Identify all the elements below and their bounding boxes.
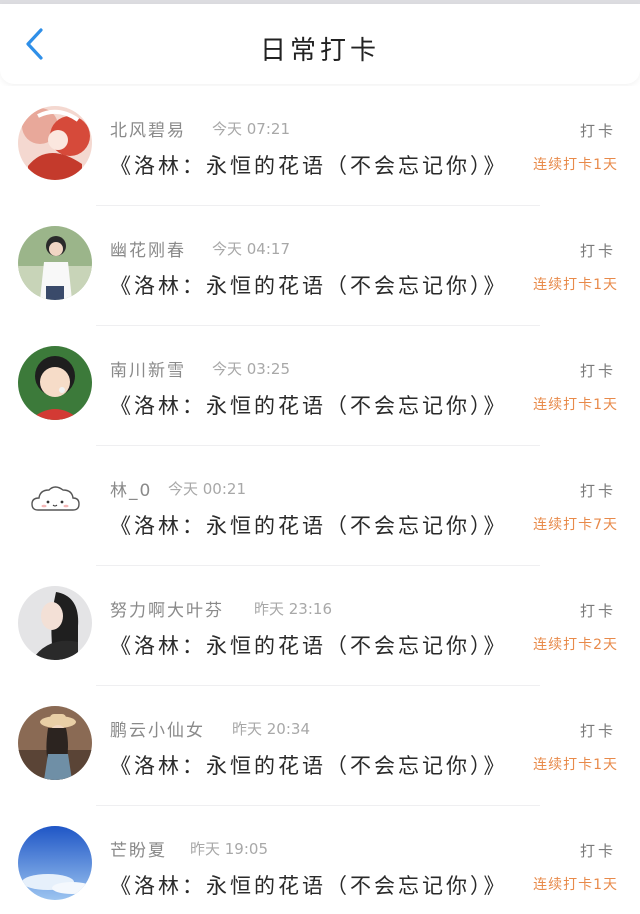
checkin-label: 打卡 — [579, 362, 616, 380]
checkin-row[interactable]: 芒盼夏 昨天 19:05 《洛林：永恒的花语（不会忘记你）》 打卡 连续打卡1天 — [0, 806, 640, 914]
checkin-time: 今天 03:25 — [212, 360, 290, 378]
streak-label: 连续打卡7天 — [533, 517, 618, 533]
checkin-list: 北风碧易 今天 07:21 《洛林：永恒的花语（不会忘记你）》 打卡 连续打卡1… — [0, 86, 640, 914]
username[interactable]: 努力啊大叶芬 — [110, 596, 224, 621]
checkin-row[interactable]: 幽花刚春 今天 04:17 《洛林：永恒的花语（不会忘记你）》 打卡 连续打卡1… — [0, 206, 640, 326]
checkin-row[interactable]: 鹏云小仙女 昨天 20:34 《洛林：永恒的花语（不会忘记你）》 打卡 连续打卡… — [0, 686, 640, 806]
checkin-label: 打卡 — [579, 122, 616, 140]
girl-photo-avatar-image — [18, 226, 92, 300]
checkin-label: 打卡 — [579, 722, 616, 740]
streak-label: 连续打卡1天 — [533, 397, 618, 413]
user-avatar[interactable] — [18, 226, 92, 300]
username[interactable]: 北风碧易 — [110, 116, 186, 141]
checkin-row[interactable]: 努力啊大叶芬 昨天 23:16 《洛林：永恒的花语（不会忘记你）》 打卡 连续打… — [0, 566, 640, 686]
user-avatar[interactable] — [18, 466, 92, 540]
cloud-cartoon-avatar-image — [18, 466, 92, 540]
book-title[interactable]: 《洛林：永恒的花语（不会忘记你）》 — [110, 390, 508, 420]
streak-label: 连续打卡1天 — [533, 277, 618, 293]
nav-header: 日常打卡 — [0, 4, 640, 84]
user-avatar[interactable] — [18, 346, 92, 420]
streak-label: 连续打卡1天 — [533, 757, 618, 773]
checkin-time: 昨天 23:16 — [254, 600, 332, 618]
hat-girl-avatar-image — [18, 706, 92, 780]
child-photo-avatar-image — [18, 346, 92, 420]
username[interactable]: 林_0 — [110, 476, 152, 501]
woman-portrait-avatar-image — [18, 586, 92, 660]
streak-label: 连续打卡2天 — [533, 637, 618, 653]
book-title[interactable]: 《洛林：永恒的花语（不会忘记你）》 — [110, 750, 508, 780]
user-avatar[interactable] — [18, 706, 92, 780]
anime-girl-avatar-image — [18, 106, 92, 180]
user-avatar[interactable] — [18, 106, 92, 180]
checkin-row[interactable]: 南川新雪 今天 03:25 《洛林：永恒的花语（不会忘记你）》 打卡 连续打卡1… — [0, 326, 640, 446]
book-title[interactable]: 《洛林：永恒的花语（不会忘记你）》 — [110, 270, 508, 300]
page-title: 日常打卡 — [259, 36, 380, 66]
book-title[interactable]: 《洛林：永恒的花语（不会忘记你）》 — [110, 870, 508, 900]
user-avatar[interactable] — [18, 586, 92, 660]
checkin-label: 打卡 — [579, 242, 616, 260]
checkin-row[interactable]: 北风碧易 今天 07:21 《洛林：永恒的花语（不会忘记你）》 打卡 连续打卡1… — [0, 86, 640, 206]
streak-label: 连续打卡1天 — [533, 877, 618, 893]
checkin-label: 打卡 — [579, 602, 616, 620]
book-title[interactable]: 《洛林：永恒的花语（不会忘记你）》 — [110, 510, 508, 540]
book-title[interactable]: 《洛林：永恒的花语（不会忘记你）》 — [110, 630, 508, 660]
username[interactable]: 芒盼夏 — [110, 836, 167, 861]
checkin-row[interactable]: 林_0 今天 00:21 《洛林：永恒的花语（不会忘记你）》 打卡 连续打卡7天 — [0, 446, 640, 566]
checkin-time: 今天 04:17 — [212, 240, 290, 258]
checkin-time: 昨天 20:34 — [232, 720, 310, 738]
checkin-screen: 日常打卡 北风碧易 今天 07:21 《洛林：永恒的花语（不会忘记你）》 打卡 … — [0, 0, 640, 914]
user-avatar[interactable] — [18, 826, 92, 900]
checkin-time: 今天 07:21 — [212, 120, 290, 138]
checkin-time: 今天 00:21 — [168, 480, 246, 498]
checkin-label: 打卡 — [579, 482, 616, 500]
streak-label: 连续打卡1天 — [533, 157, 618, 173]
username[interactable]: 南川新雪 — [110, 356, 186, 381]
checkin-time: 昨天 19:05 — [190, 840, 268, 858]
username[interactable]: 幽花刚春 — [110, 236, 186, 261]
blue-sky-avatar-image — [18, 826, 92, 900]
username[interactable]: 鹏云小仙女 — [110, 716, 205, 741]
checkin-label: 打卡 — [579, 842, 616, 860]
book-title[interactable]: 《洛林：永恒的花语（不会忘记你）》 — [110, 150, 508, 180]
